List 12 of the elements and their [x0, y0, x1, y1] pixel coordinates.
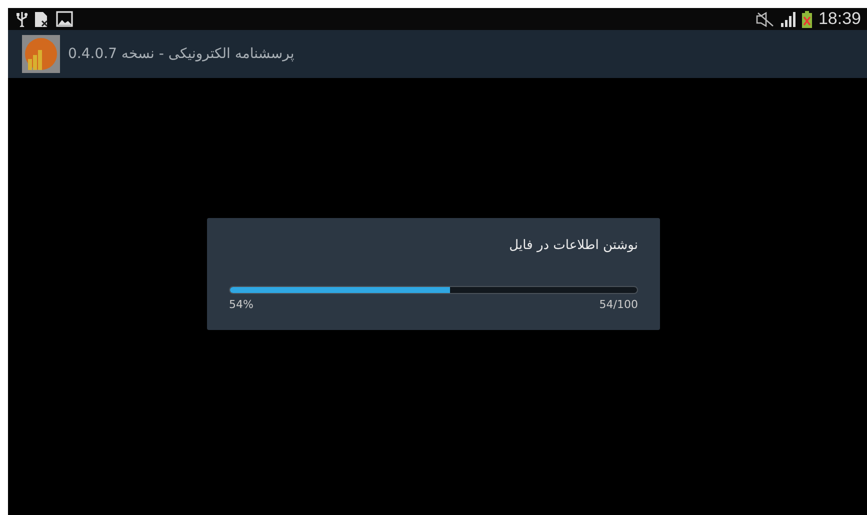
progress-count: 54/100 [599, 298, 638, 311]
mute-icon [756, 12, 774, 26]
status-time: 18:39 [818, 9, 861, 29]
app-title: پرسشنامه الکترونیکی - نسخه 0.4.0.7 [68, 46, 294, 62]
app-logo-icon [22, 35, 60, 73]
usb-icon [16, 11, 28, 27]
dialog-message: نوشتن اطلاعات در فایل [508, 238, 638, 253]
battery-icon [802, 10, 812, 28]
signal-icon [780, 12, 796, 26]
document-icon [34, 10, 50, 28]
progress-percent: 54% [229, 298, 254, 311]
image-icon [56, 11, 73, 27]
